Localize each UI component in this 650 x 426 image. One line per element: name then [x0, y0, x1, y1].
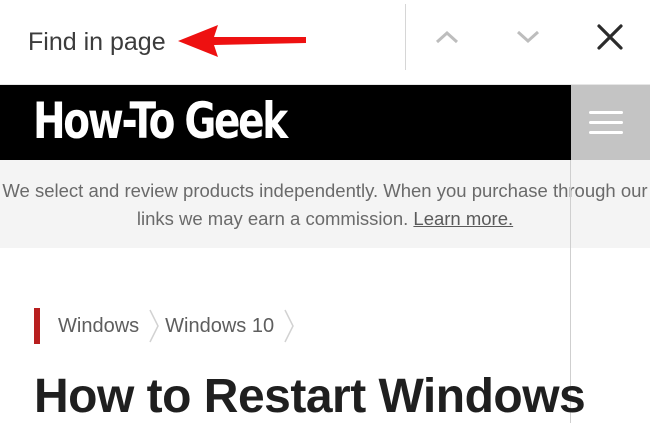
article-title: How to Restart Windows: [34, 370, 586, 423]
menu-area: [571, 85, 650, 160]
disclosure-line-1: We select and review products independen…: [2, 180, 648, 201]
find-previous-button[interactable]: [417, 12, 477, 62]
site-logo[interactable]: How-To Geek: [33, 93, 288, 149]
red-arrow-annotation-icon: [178, 25, 306, 57]
disclosure-line-2-text: links we may earn a commission.: [136, 208, 409, 229]
disclosure-line-2: links we may earn a commission. Learn mo…: [0, 205, 650, 233]
find-in-page-bar: [0, 0, 650, 85]
chevron-up-icon: [435, 30, 459, 44]
breadcrumb-item-windows-10[interactable]: Windows 10: [165, 315, 274, 338]
hamburger-menu-icon: [589, 111, 623, 114]
hamburger-menu-button[interactable]: [589, 107, 627, 137]
close-icon: [597, 24, 623, 50]
find-next-button[interactable]: [498, 12, 558, 62]
hamburger-line: [589, 121, 623, 124]
find-bar-divider: [405, 4, 406, 70]
chevron-right-icon: [149, 309, 159, 343]
breadcrumb: Windows Windows 10: [34, 308, 300, 344]
site-header: How-To Geek: [0, 85, 571, 160]
chevron-right-icon: [284, 309, 294, 343]
affiliate-disclosure: We select and review products independen…: [0, 160, 650, 248]
chevron-down-icon: [516, 30, 540, 44]
breadcrumb-accent-bar: [34, 308, 40, 344]
hamburger-line: [589, 131, 623, 134]
learn-more-link[interactable]: Learn more.: [413, 208, 513, 229]
close-find-button[interactable]: [580, 12, 640, 62]
breadcrumb-item-windows[interactable]: Windows: [58, 315, 139, 338]
